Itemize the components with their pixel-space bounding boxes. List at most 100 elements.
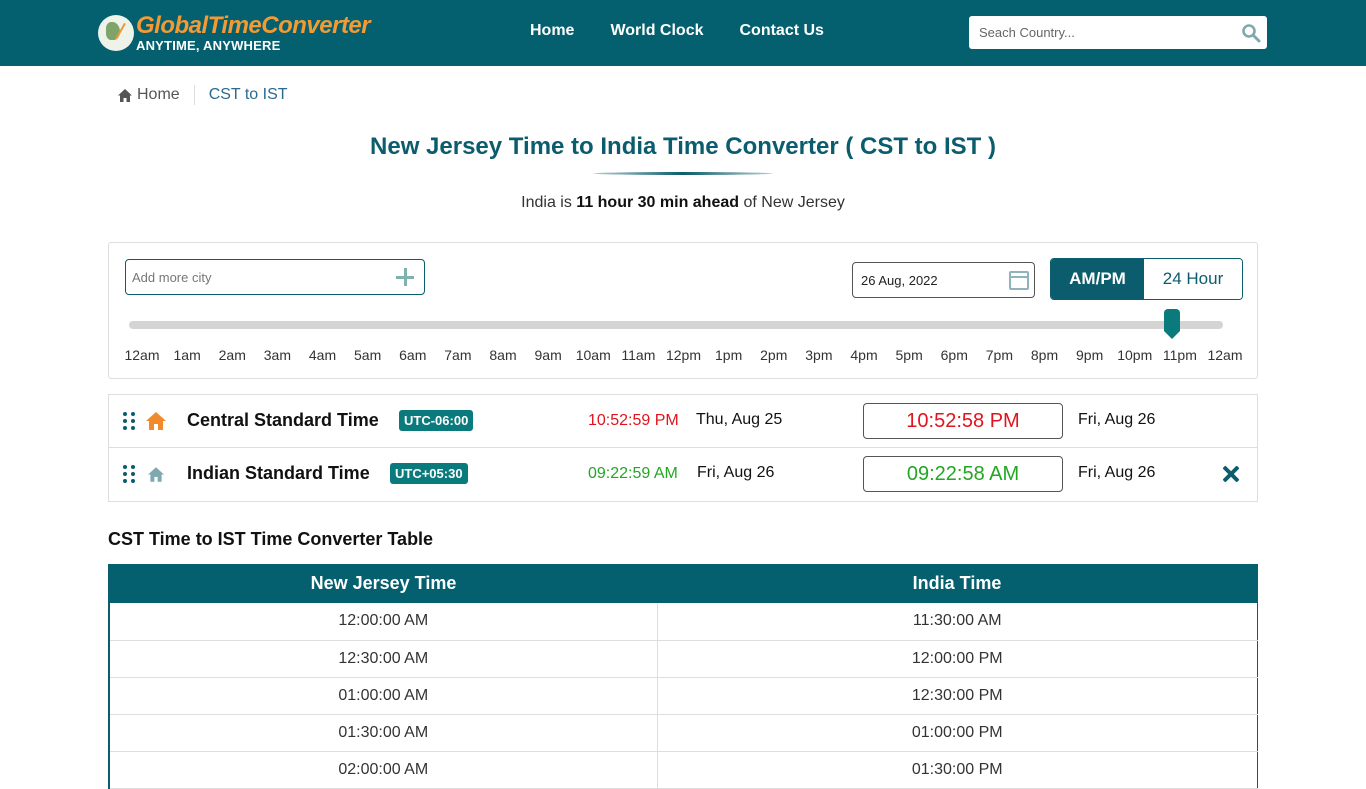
search-box: [969, 16, 1267, 49]
new-jersey-time-cell: 12:30:00 AM: [109, 640, 658, 678]
new-jersey-time-cell: 12:00:00 AM: [109, 603, 658, 641]
time-slider-handle[interactable]: [1163, 309, 1180, 339]
hour-label[interactable]: 1am: [174, 347, 201, 363]
time-format-toggle: AM/PM 24 Hour: [1050, 258, 1243, 300]
hour-label[interactable]: 5am: [354, 347, 381, 363]
subtitle-suffix: of New Jersey: [739, 194, 845, 211]
plus-icon[interactable]: [396, 268, 414, 286]
hour-label[interactable]: 8am: [489, 347, 516, 363]
current-time: 09:22:59 AM: [588, 465, 678, 482]
table-row: 01:30:00 AM 01:00:00 PM: [109, 714, 1258, 752]
hour-label[interactable]: 10am: [576, 347, 611, 363]
calendar-icon[interactable]: [1009, 271, 1029, 290]
time-slider-track[interactable]: [129, 321, 1223, 329]
title-underline: [593, 172, 773, 175]
breadcrumb-home-label: Home: [137, 86, 180, 103]
new-jersey-time-cell: 01:30:00 AM: [109, 714, 658, 752]
india-time-cell: 11:30:00 AM: [657, 603, 1258, 641]
ampm-button[interactable]: AM/PM: [1051, 259, 1144, 299]
hour-label[interactable]: 3am: [264, 347, 291, 363]
breadcrumb: Home CST to IST: [118, 85, 288, 105]
date-picker: [852, 262, 1035, 298]
logo-tagline: ANYTIME, ANYWHERE: [136, 38, 281, 53]
current-date: Thu, Aug 25: [696, 411, 783, 428]
hour-label[interactable]: 4am: [309, 347, 336, 363]
breadcrumb-current: CST to IST: [208, 86, 288, 103]
hour-label[interactable]: 3pm: [805, 347, 832, 363]
hour-label[interactable]: 7am: [444, 347, 471, 363]
home-icon[interactable]: [146, 412, 166, 430]
hour-label[interactable]: 9am: [535, 347, 562, 363]
table-title: CST Time to IST Time Converter Table: [108, 529, 434, 549]
current-time: 10:52:59 PM: [588, 412, 679, 429]
hour-label[interactable]: 7pm: [986, 347, 1013, 363]
site-header: GlobalTimeConverter ANYTIME, ANYWHERE Ho…: [0, 0, 1366, 66]
new-jersey-time-cell: 01:00:00 AM: [109, 677, 658, 715]
nav-home[interactable]: Home: [530, 22, 574, 40]
table-row: 12:00:00 AM 11:30:00 AM: [109, 603, 1258, 641]
time-difference-value: 11 hour 30 min ahead: [576, 194, 740, 211]
drag-handle-icon[interactable]: [123, 465, 135, 485]
hour-label[interactable]: 1pm: [715, 347, 742, 363]
converted-time-field[interactable]: 10:52:58 PM: [863, 403, 1063, 439]
table-row: 12:30:00 AM 12:00:00 PM: [109, 640, 1258, 678]
hour-label[interactable]: 12am: [124, 347, 159, 363]
24-hour-button[interactable]: 24 Hour: [1144, 259, 1242, 299]
breadcrumb-separator: [193, 85, 195, 105]
hour-label[interactable]: 12am: [1207, 347, 1242, 363]
converted-time-field[interactable]: 09:22:58 AM: [863, 456, 1063, 492]
india-time-cell: 01:30:00 PM: [657, 751, 1258, 789]
time-difference-summary: India is 11 hour 30 min ahead of New Jer…: [0, 194, 1366, 212]
hour-label[interactable]: 2pm: [760, 347, 787, 363]
hour-label[interactable]: 6pm: [941, 347, 968, 363]
timezone-name: Indian Standard Time: [187, 463, 370, 483]
converter-controls: AM/PM 24 Hour 12am 1am 2am 3am 4am 5am 6am 7am 8…: [108, 242, 1258, 379]
india-time-cell: 01:00:00 PM: [657, 714, 1258, 752]
hour-label[interactable]: 12pm: [666, 347, 701, 363]
timezone-list: Central Standard Time UTC-06:00 10:52:59…: [108, 394, 1258, 502]
search-icon[interactable]: [1241, 23, 1261, 43]
timezone-name: Central Standard Time: [187, 410, 379, 430]
india-time-cell: 12:00:00 PM: [657, 640, 1258, 678]
site-logo[interactable]: GlobalTimeConverter ANYTIME, ANYWHERE: [98, 12, 371, 53]
main-nav: Home World Clock Contact Us: [530, 0, 824, 62]
hour-label[interactable]: 6am: [399, 347, 426, 363]
add-city-field: [125, 259, 425, 295]
nav-contact-us[interactable]: Contact Us: [740, 22, 824, 40]
home-icon[interactable]: [148, 467, 164, 482]
utc-offset-badge: UTC-06:00: [399, 410, 474, 431]
hour-label[interactable]: 11pm: [1163, 347, 1197, 363]
subtitle-prefix: India is: [521, 194, 577, 211]
current-date: Fri, Aug 26: [697, 464, 775, 481]
add-city-input[interactable]: [126, 260, 386, 294]
column-header-new-jersey: New Jersey Time: [109, 564, 657, 603]
hour-label[interactable]: 5pm: [896, 347, 923, 363]
hour-label[interactable]: 10pm: [1117, 347, 1152, 363]
logo-text: GlobalTimeConverter ANYTIME, ANYWHERE: [136, 12, 371, 53]
logo-title: GlobalTimeConverter: [136, 12, 371, 39]
globe-clock-icon: [98, 15, 134, 51]
date-input[interactable]: [853, 263, 1003, 297]
hour-label[interactable]: 9pm: [1076, 347, 1103, 363]
table-row: 01:00:00 AM 12:30:00 PM: [109, 677, 1258, 715]
home-icon: [118, 88, 132, 102]
table-header-row: New Jersey Time India Time: [109, 564, 1258, 603]
hour-label[interactable]: 8pm: [1031, 347, 1058, 363]
remove-timezone-icon[interactable]: [1221, 464, 1241, 484]
drag-handle-icon[interactable]: [123, 412, 135, 432]
table-row: 02:00:00 AM 01:30:00 PM: [109, 751, 1258, 789]
hour-label[interactable]: 4pm: [850, 347, 877, 363]
timezone-row: Indian Standard Time UTC+05:30 09:22:59 …: [109, 448, 1257, 501]
timezone-row: Central Standard Time UTC-06:00 10:52:59…: [109, 395, 1257, 448]
hour-label[interactable]: 11am: [621, 347, 655, 363]
converted-date: Fri, Aug 26: [1078, 411, 1156, 428]
hour-labels: 12am 1am 2am 3am 4am 5am 6am 7am 8am 9am 10am 11am 1…: [109, 347, 1259, 367]
search-country-input[interactable]: [969, 16, 1229, 49]
breadcrumb-home[interactable]: Home: [118, 86, 180, 104]
hour-label[interactable]: 2am: [219, 347, 246, 363]
converted-date: Fri, Aug 26: [1078, 464, 1156, 481]
column-header-india: India Time: [657, 564, 1258, 603]
utc-offset-badge: UTC+05:30: [390, 463, 468, 484]
nav-world-clock[interactable]: World Clock: [610, 22, 703, 40]
india-time-cell: 12:30:00 PM: [657, 677, 1258, 715]
